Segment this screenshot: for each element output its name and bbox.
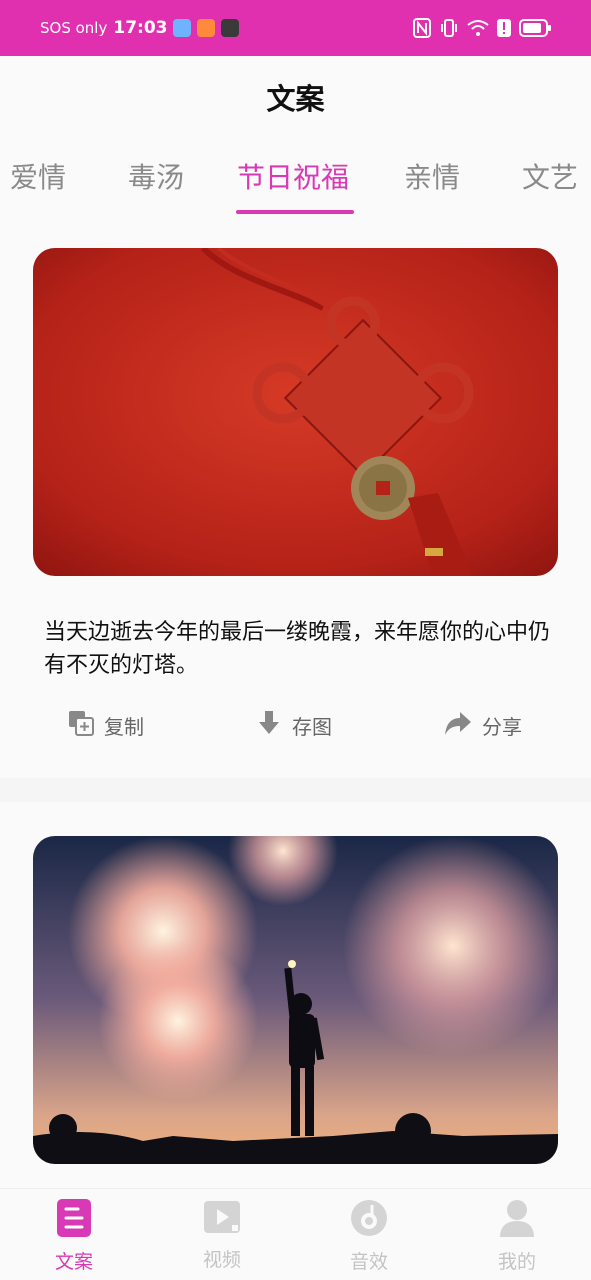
alert-icon [497,19,511,37]
vibrate-icon [439,18,459,38]
clock: 17:03 [113,18,168,38]
app-notification-icon [173,19,192,37]
copy-icon [68,710,94,741]
post-image-chinese-knot[interactable] [33,248,558,576]
nav-item-sound-effects[interactable]: 音效 [319,1199,419,1274]
page-title: 文案 [266,82,325,116]
nfc-icon [413,18,431,38]
post-text: 当天边逝去今年的最后一缕晚霞，来年愿你的心中仍有不灭的灯塔。 [44,620,551,678]
nav-item-copywriting[interactable]: 文案 [24,1199,124,1274]
nav-item-video[interactable]: 视频 [172,1199,272,1272]
nav-label: 视频 [202,1249,241,1271]
nav-label: 我的 [497,1251,536,1273]
bottom-nav: 文案 视频 音效 我的 [0,1188,591,1280]
save-image-button[interactable]: 存图 [256,710,332,741]
user-icon [499,1199,535,1241]
tab-family[interactable]: 亲情 [404,156,460,196]
nav-label: 文案 [54,1251,93,1273]
share-label: 分享 [482,715,522,739]
tab-love[interactable]: 爱情 [10,156,66,196]
status-right [413,18,551,38]
status-left: SOS only 17:03 [40,18,240,38]
tab-poison-soup[interactable]: 毒汤 [128,156,184,196]
document-icon [56,1199,92,1241]
copy-label: 复制 [104,715,144,739]
header: 文案 [0,56,591,138]
save-image-label: 存图 [292,715,332,739]
copy-button[interactable]: 复制 [68,710,144,741]
category-tabs: 爱情 毒汤 节日祝福 亲情 文艺 [0,138,591,220]
nav-label: 音效 [349,1251,388,1273]
app-notification-icon [197,19,216,37]
wifi-icon [467,19,489,37]
post-card: 当天边逝去今年的最后一缕晚霞，来年愿你的心中仍有不灭的灯塔。 复制 存图 分享 [0,220,591,778]
download-icon [256,710,282,741]
post-image-fireworks[interactable] [33,836,558,1164]
share-button[interactable]: 分享 [444,710,522,741]
music-disc-icon [350,1199,388,1241]
post-card [0,802,591,1190]
tab-festival-wishes[interactable]: 节日祝福 [237,156,349,196]
tab-literary[interactable]: 文艺 [522,156,578,196]
share-icon [444,710,472,741]
post-actions: 复制 存图 分享 [0,710,591,754]
status-bar: SOS only 17:03 [0,0,591,56]
video-icon [203,1199,241,1239]
battery-icon [519,19,551,37]
carrier-text: SOS only [40,19,108,37]
active-tab-indicator [236,210,354,214]
app-notification-icon [221,19,240,37]
nav-item-mine[interactable]: 我的 [467,1199,567,1274]
